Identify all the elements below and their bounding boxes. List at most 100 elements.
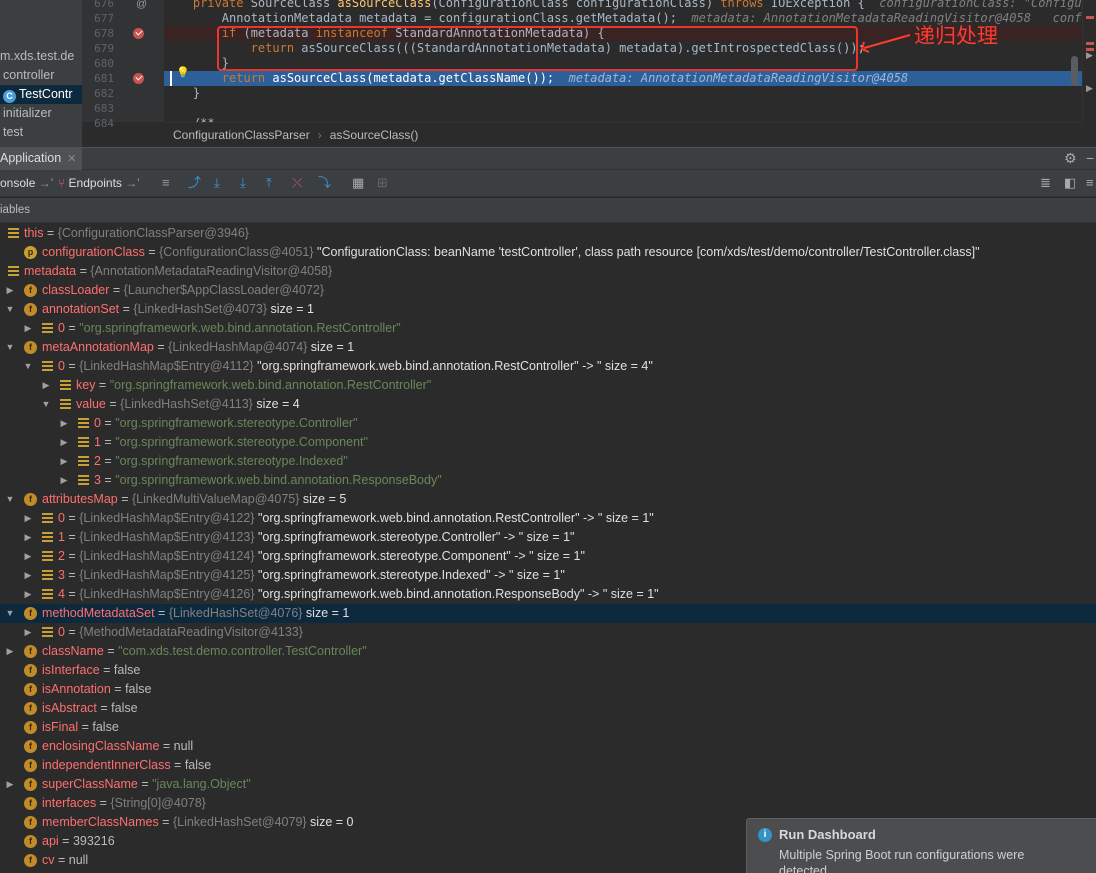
expand-arrow-icon[interactable]: ▶ <box>59 452 69 471</box>
collapse-arrow-icon[interactable]: ▼ <box>5 490 15 509</box>
editor-error-stripe[interactable] <box>1082 0 1096 122</box>
variable-row[interactable]: ▶ 0 = {LinkedHashMap$Entry@4122} "org.spr… <box>0 509 1096 528</box>
variable-row[interactable]: ▶ key = "org.springframework.web.bind.ann… <box>0 376 1096 395</box>
run-tab[interactable]: Application ✕ <box>0 148 83 170</box>
variable-row[interactable]: ▼ f metaAnnotationMap = {LinkedHashMap@407… <box>0 338 1096 357</box>
expand-arrow-icon[interactable]: ▶ <box>5 281 15 300</box>
variable-row[interactable]: ▶ f superClassName = "java.lang.Object" <box>0 775 1096 794</box>
expand-arrow-icon[interactable]: ▶ <box>23 566 33 585</box>
gear-icon[interactable]: ⚙ <box>1064 150 1077 167</box>
variable-row[interactable]: ▶ f classLoader = {Launcher$AppClassLoader… <box>0 281 1096 300</box>
run-to-cursor-icon[interactable]: ⤵ <box>318 174 331 192</box>
expand-arrow-icon[interactable]: ▶ <box>5 642 15 661</box>
more-icon[interactable]: ≡ <box>162 174 170 192</box>
expand-arrow-icon[interactable]: ▶ <box>23 547 33 566</box>
variable-name: 1 <box>58 530 65 544</box>
project-tree-item[interactable]: C TestContr <box>0 85 82 104</box>
variable-row[interactable]: ▶ 1 = "org.springframework.stereotype.Com… <box>0 433 1096 452</box>
collapse-arrow-icon[interactable]: ▼ <box>5 300 15 319</box>
drop-frame-icon[interactable]: ⤬ <box>292 174 302 192</box>
variable-row[interactable]: ▶ 2 = {LinkedHashMap$Entry@4124} "org.spr… <box>0 547 1096 566</box>
variable-row[interactable]: f independentInnerClass = false <box>0 756 1096 775</box>
project-tree-item[interactable]: initializer <box>0 104 82 123</box>
variable-row[interactable]: ▼ f attributesMap = {LinkedMultiValueMap@4… <box>0 490 1096 509</box>
expand-arrow-icon[interactable]: ▶ <box>23 509 33 528</box>
collapse-arrow-icon[interactable]: ▼ <box>41 395 51 414</box>
expand-arrow-icon[interactable]: ▶ <box>23 319 33 338</box>
line-number: 677 <box>94 12 114 25</box>
expand-arrow-icon[interactable]: ▶ <box>5 775 15 794</box>
expand-arrow-icon[interactable]: ▶ <box>23 623 33 642</box>
project-tree-item[interactable]: m.xds.test.de <box>0 47 82 66</box>
console-tab[interactable]: onsole →' <box>0 175 53 191</box>
intention-bulb-icon[interactable]: 💡 <box>176 66 190 79</box>
variable-row[interactable]: ▶ 0 = "org.springframework.stereotype.Con… <box>0 414 1096 433</box>
variable-row[interactable]: ▶ f className = "com.xds.test.demo.control… <box>0 642 1096 661</box>
variable-row[interactable]: p configurationClass = {ConfigurationClas… <box>0 243 1096 262</box>
breadcrumb-method[interactable]: asSourceClass() <box>330 128 419 142</box>
variable-name: 3 <box>58 568 65 582</box>
editor-scroll-thumb[interactable] <box>1071 56 1078 86</box>
project-tree-item[interactable]: test <box>0 123 82 142</box>
scroll-right-icon[interactable]: ▶ <box>1086 50 1093 61</box>
variable-row[interactable]: f isAnnotation = false <box>0 680 1096 699</box>
arrow-icon <box>860 34 911 53</box>
variable-row[interactable]: f interfaces = {String[0]@4078} <box>0 794 1096 813</box>
more-options-icon[interactable]: ≡ <box>1086 174 1094 192</box>
step-out-icon[interactable]: ⤒ <box>266 174 272 192</box>
code-line[interactable]: private SourceClass asSourceClass(Config… <box>164 0 1082 11</box>
scroll-right-icon[interactable]: ▶ <box>1086 83 1093 94</box>
variable-string-value: "com.xds.test.demo.controller.TestContro… <box>118 644 367 658</box>
variable-row[interactable]: this = {ConfigurationClassParser@3946} <box>0 224 1096 243</box>
collapse-arrow-icon[interactable]: ▼ <box>5 338 15 357</box>
variable-separator: = <box>117 492 132 506</box>
override-icon[interactable]: @ <box>136 0 147 10</box>
hide-panel-icon[interactable]: − <box>1086 150 1094 166</box>
trace-icon[interactable]: ⊞ <box>377 174 388 192</box>
layout-icon[interactable]: ≣ <box>1040 174 1051 192</box>
variable-row[interactable]: ▶ 0 = "org.springframework.web.bind.annot… <box>0 319 1096 338</box>
variable-row[interactable]: ▼ 0 = {LinkedHashMap$Entry@4112} "org.spr… <box>0 357 1096 376</box>
expand-arrow-icon[interactable]: ▶ <box>59 414 69 433</box>
expand-arrow-icon[interactable]: ▶ <box>41 376 51 395</box>
step-over-icon[interactable]: ⤓ <box>214 174 220 192</box>
line-number: 679 <box>94 42 114 55</box>
variable-name: 4 <box>58 587 65 601</box>
variable-row[interactable]: ▶ 3 = {LinkedHashMap$Entry@4125} "org.spr… <box>0 566 1096 585</box>
variable-row[interactable]: ▶ 1 = {LinkedHashMap$Entry@4123} "org.spr… <box>0 528 1096 547</box>
variable-row[interactable]: f enclosingClassName = null <box>0 737 1096 756</box>
variable-row[interactable]: f isInterface = false <box>0 661 1096 680</box>
breadcrumb-class[interactable]: ConfigurationClassParser <box>173 128 310 142</box>
variable-row[interactable]: ▶ 4 = {LinkedHashMap$Entry@4126} "org.spr… <box>0 585 1096 604</box>
project-tree-item[interactable]: controller <box>0 66 82 85</box>
variables-tree[interactable]: this = {ConfigurationClassParser@3946} p c… <box>0 225 1096 873</box>
code-line[interactable]: } <box>164 86 1082 101</box>
endpoints-tab[interactable]: ⑂ Endpoints →' <box>58 175 140 191</box>
close-icon[interactable]: ✕ <box>67 153 76 165</box>
variable-row[interactable]: ▼ f methodMetadataSet = {LinkedHashSet@407… <box>0 604 1096 623</box>
variable-row[interactable]: ▶ 3 = "org.springframework.web.bind.annot… <box>0 471 1096 490</box>
restore-layout-icon[interactable]: ◧ <box>1064 174 1076 192</box>
code-line[interactable] <box>164 101 1082 116</box>
variable-row[interactable]: ▶ 2 = "org.springframework.stereotype.Ind… <box>0 452 1096 471</box>
run-dashboard-notification[interactable]: i Run Dashboard Multiple Spring Boot run… <box>746 818 1096 873</box>
step-into-icon[interactable]: ⤓ <box>240 174 246 192</box>
evaluate-expression-icon[interactable]: ▦ <box>352 174 364 192</box>
show-execution-point-icon[interactable]: ⤴ <box>188 174 201 192</box>
collapse-arrow-icon[interactable]: ▼ <box>5 604 15 623</box>
variable-value: null <box>173 739 194 753</box>
collapse-arrow-icon[interactable]: ▼ <box>23 357 33 376</box>
expand-arrow-icon[interactable]: ▶ <box>59 433 69 452</box>
code-line[interactable]: return asSourceClass(metadata.getClassNa… <box>164 71 1082 86</box>
breakpoint-icon[interactable] <box>133 28 144 39</box>
expand-arrow-icon[interactable]: ▶ <box>59 471 69 490</box>
variable-row[interactable]: f isFinal = false <box>0 718 1096 737</box>
variable-row[interactable]: f isAbstract = false <box>0 699 1096 718</box>
variable-row[interactable]: ▼ f annotationSet = {LinkedHashSet@4073} s… <box>0 300 1096 319</box>
breakpoint-icon[interactable] <box>133 73 144 84</box>
variable-row[interactable]: ▼ value = {LinkedHashSet@4113} size = 4 <box>0 395 1096 414</box>
expand-arrow-icon[interactable]: ▶ <box>23 528 33 547</box>
variable-row[interactable]: metadata = {AnnotationMetadataReadingVis… <box>0 262 1096 281</box>
expand-arrow-icon[interactable]: ▶ <box>23 585 33 604</box>
variable-row[interactable]: ▶ 0 = {MethodMetadataReadingVisitor@4133} <box>0 623 1096 642</box>
